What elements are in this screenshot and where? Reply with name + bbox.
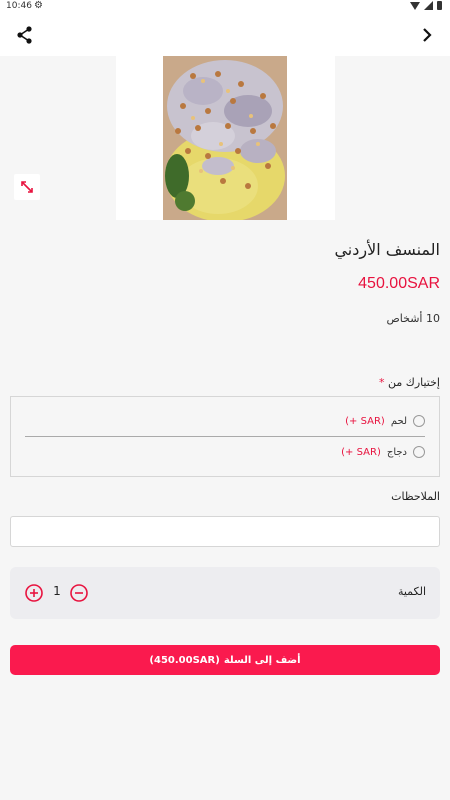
option-price-delta: (SAR +): [341, 446, 381, 458]
expand-image-button[interactable]: [14, 174, 40, 200]
signal-icon: [424, 1, 433, 10]
status-time: 10:46: [6, 1, 32, 11]
app-bar: [0, 14, 450, 56]
status-icons: [410, 1, 442, 10]
option-price-delta: (SAR +): [345, 415, 385, 427]
notes-input[interactable]: [10, 516, 440, 547]
minus-circle-icon: [70, 584, 88, 602]
product-price: 450.00SAR: [358, 275, 440, 292]
option-name: لحم: [390, 415, 407, 427]
share-icon: [17, 26, 32, 44]
battery-icon: [437, 1, 442, 10]
quantity-card: الكمية 1: [10, 567, 440, 619]
options-divider: [25, 436, 425, 437]
chevron-right-icon: [423, 28, 432, 42]
product-image[interactable]: [163, 56, 287, 220]
status-bar: 10:46 ⚙: [0, 0, 450, 14]
expand-icon: [21, 181, 33, 193]
option-chicken[interactable]: دجاج (SAR +): [341, 446, 425, 458]
choice-label: إختيارك من *: [375, 376, 440, 389]
options-box: لحم (SAR +) دجاج (SAR +): [10, 396, 440, 477]
add-to-cart-button[interactable]: أضف إلى السلة (450.00SAR): [10, 645, 440, 675]
notes-label: الملاحظات: [391, 490, 440, 503]
quantity-decrease-button[interactable]: [69, 583, 89, 603]
option-meat[interactable]: لحم (SAR +): [345, 415, 425, 427]
product-title: المنسف الأردني: [334, 240, 440, 259]
wifi-icon: [410, 1, 420, 10]
settings-icon: ⚙: [34, 0, 43, 11]
product-serves: 10 أشخاص: [386, 312, 440, 325]
back-button[interactable]: [416, 24, 438, 46]
quantity-value: 1: [53, 584, 61, 598]
radio-circle-icon[interactable]: [413, 446, 425, 458]
product-image-frame[interactable]: [116, 56, 335, 220]
add-to-cart-label: أضف إلى السلة: [223, 654, 301, 666]
share-button[interactable]: [14, 24, 36, 46]
add-to-cart-price: (450.00SAR): [149, 654, 220, 666]
option-name: دجاج: [386, 446, 407, 458]
radio-circle-icon[interactable]: [413, 415, 425, 427]
plus-circle-icon: [25, 584, 43, 602]
quantity-increase-button[interactable]: [24, 583, 44, 603]
quantity-label: الكمية: [397, 585, 426, 598]
required-mark: *: [379, 376, 385, 389]
choice-label-text: إختيارك من: [388, 376, 440, 389]
